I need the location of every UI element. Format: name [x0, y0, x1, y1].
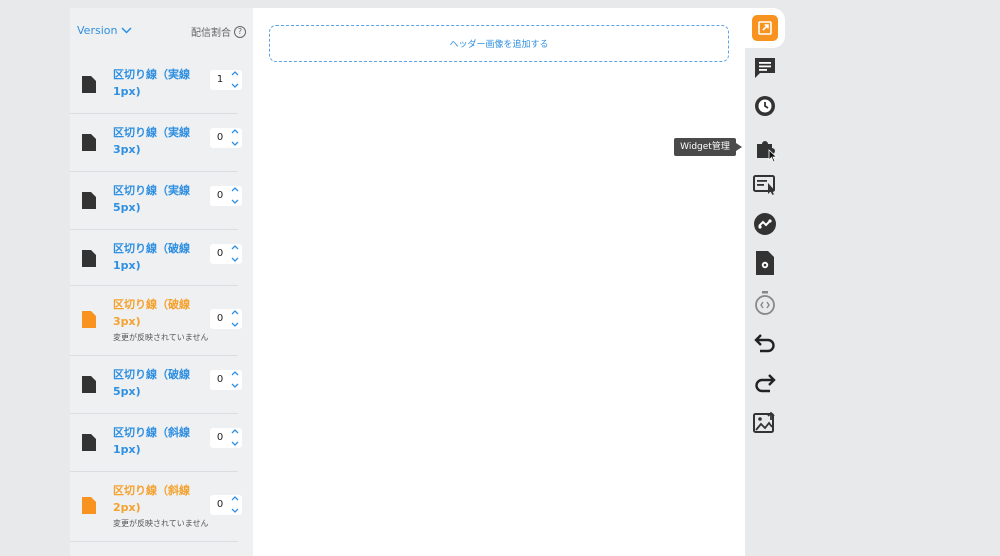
ratio-stepper[interactable]: 0: [210, 495, 242, 515]
decrement-arrow-icon[interactable]: [230, 255, 240, 264]
ratio-stepper[interactable]: 1: [210, 70, 242, 90]
widget-title[interactable]: 区切り線（実線3px): [113, 124, 207, 158]
add-header-image-button[interactable]: ヘッダー画像を追加する: [269, 25, 729, 62]
document-icon: [82, 311, 96, 328]
increment-arrow-icon[interactable]: [230, 369, 240, 378]
redo-icon[interactable]: [752, 370, 778, 396]
widget-list-item[interactable]: 区切り線（実線3px) 0: [70, 114, 242, 172]
widget-title[interactable]: 区切り線（斜線2px): [113, 482, 207, 516]
panel-header: Version 配信割合 ?: [70, 8, 253, 56]
decrement-arrow-icon[interactable]: [230, 506, 240, 515]
ratio-value[interactable]: 0: [210, 128, 230, 148]
document-icon: [82, 134, 96, 151]
decrement-arrow-icon[interactable]: [230, 320, 240, 329]
decrement-arrow-icon[interactable]: [230, 439, 240, 448]
ratio-value[interactable]: 0: [210, 186, 230, 206]
ratio-stepper[interactable]: 0: [210, 370, 242, 390]
form-cursor-icon[interactable]: [752, 172, 778, 198]
transfer-icon[interactable]: [752, 211, 778, 237]
ratio-value[interactable]: 0: [210, 495, 230, 515]
document-icon: [82, 497, 96, 514]
right-toolbar: [745, 8, 785, 556]
comment-icon[interactable]: [752, 55, 778, 81]
history-icon[interactable]: [752, 93, 778, 119]
help-icon[interactable]: ?: [234, 25, 246, 38]
increment-arrow-icon[interactable]: [230, 185, 240, 194]
document-icon: [82, 76, 96, 93]
file-settings-icon[interactable]: [752, 250, 778, 276]
widget-list-item[interactable]: 区切り線（実線1px) 1: [70, 56, 242, 114]
decrement-arrow-icon[interactable]: [230, 197, 240, 206]
widget-list-item[interactable]: 区切り線（破線5px) 0: [70, 356, 242, 414]
ratio-label: 配信割合: [191, 28, 231, 39]
delivery-ratio-header: 配信割合 ?: [191, 24, 246, 39]
unapplied-note: 変更が反映されていません: [113, 519, 209, 528]
increment-arrow-icon[interactable]: [230, 494, 240, 503]
version-dropdown[interactable]: Version: [77, 24, 132, 37]
widget-title[interactable]: 区切り線（実線5px): [113, 182, 207, 216]
stopwatch-code-icon[interactable]: [752, 290, 778, 316]
widget-title[interactable]: 区切り線（破線1px): [113, 240, 207, 274]
document-icon: [82, 376, 96, 393]
image-upload-icon[interactable]: [752, 410, 778, 436]
editor-canvas: ヘッダー画像を追加する: [253, 8, 745, 556]
increment-arrow-icon[interactable]: [230, 243, 240, 252]
widget-title[interactable]: 区切り線（斜線1px): [113, 424, 207, 458]
widget-title[interactable]: 区切り線（実線1px): [113, 66, 207, 100]
undo-icon[interactable]: [752, 330, 778, 356]
ratio-stepper[interactable]: 0: [210, 309, 242, 329]
ratio-stepper[interactable]: 0: [210, 128, 242, 148]
version-label: Version: [77, 24, 118, 37]
increment-arrow-icon[interactable]: [230, 69, 240, 78]
document-icon: [82, 192, 96, 209]
decrement-arrow-icon[interactable]: [230, 139, 240, 148]
open-external-icon[interactable]: [752, 15, 778, 41]
version-panel: Version 配信割合 ? 区切り線（実線1px) 1 区切り線（実線3px) 0 区…: [70, 8, 253, 556]
document-icon: [82, 434, 96, 451]
ratio-stepper[interactable]: 0: [210, 244, 242, 264]
unapplied-note: 変更が反映されていません: [113, 333, 209, 342]
ratio-stepper[interactable]: 0: [210, 428, 242, 448]
increment-arrow-icon[interactable]: [230, 427, 240, 436]
ratio-value[interactable]: 0: [210, 370, 230, 390]
widget-list-item[interactable]: 区切り線（破線3px) 変更が反映されていません 0: [70, 286, 242, 356]
ratio-stepper[interactable]: 0: [210, 186, 242, 206]
ratio-value[interactable]: 0: [210, 309, 230, 329]
widget-list-item[interactable]: 区切り線（実線5px) 0: [70, 172, 242, 230]
widget-list-item[interactable]: 区切り線（斜線2px) 変更が反映されていません 0: [70, 472, 242, 542]
chevron-down-icon: [121, 27, 132, 34]
widget-title[interactable]: 区切り線（破線3px): [113, 296, 207, 330]
widget-title[interactable]: 区切り線（破線5px): [113, 366, 207, 400]
increment-arrow-icon[interactable]: [230, 308, 240, 317]
ratio-value[interactable]: 0: [210, 244, 230, 264]
mouse-cursor-icon: [768, 149, 778, 163]
widget-list-item[interactable]: 区切り線（破線1px) 0: [70, 230, 242, 286]
increment-arrow-icon[interactable]: [230, 127, 240, 136]
widget-tooltip: Widget管理: [674, 138, 742, 156]
widget-list-item[interactable]: 区切り線（斜線1px) 0: [70, 414, 242, 472]
decrement-arrow-icon[interactable]: [230, 81, 240, 90]
decrement-arrow-icon[interactable]: [230, 381, 240, 390]
ratio-value[interactable]: 0: [210, 428, 230, 448]
ratio-value[interactable]: 1: [210, 70, 230, 90]
document-icon: [82, 250, 96, 267]
